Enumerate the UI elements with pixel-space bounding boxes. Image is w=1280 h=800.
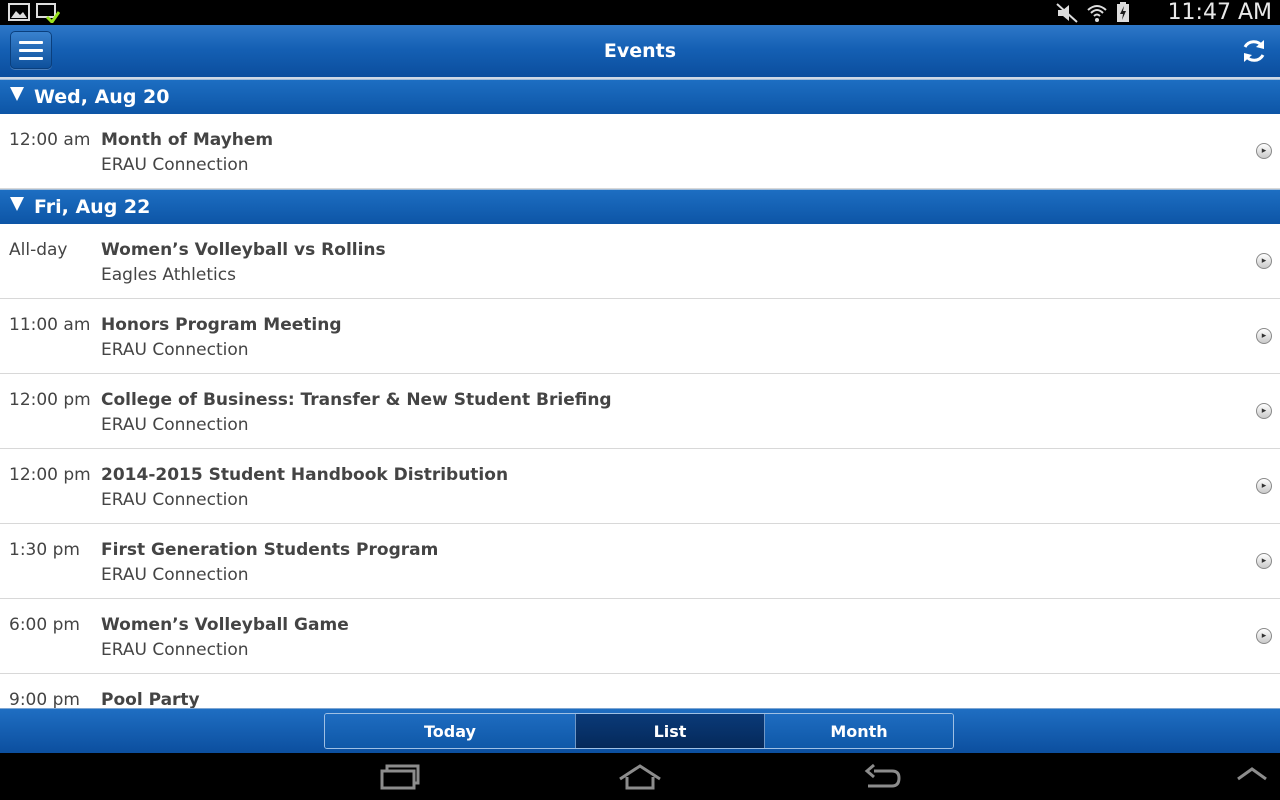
event-title: First Generation Students Program xyxy=(101,540,439,560)
chevron-right-icon[interactable]: ▸ xyxy=(1256,403,1272,419)
day-header: Fri, Aug 22 xyxy=(0,189,1280,224)
list-item[interactable]: 12:00 pm 2014-2015 Student Handbook Dist… xyxy=(0,449,1280,524)
chevron-right-icon[interactable]: ▸ xyxy=(1256,628,1272,644)
list-item[interactable]: All-day Women’s Volleyball vs Rollins Ea… xyxy=(0,224,1280,299)
list-item[interactable]: 6:00 pm Women’s Volleyball Game ERAU Con… xyxy=(0,599,1280,674)
expand-up-icon[interactable] xyxy=(1236,763,1268,783)
download-check-icon xyxy=(36,3,60,23)
system-nav-bar xyxy=(0,753,1280,800)
event-title: College of Business: Transfer & New Stud… xyxy=(101,390,612,410)
collapse-triangle-icon[interactable] xyxy=(10,197,24,211)
view-switcher-bar: Today List Month xyxy=(0,708,1280,754)
event-time: 12:00 pm xyxy=(9,465,91,485)
battery-charging-icon xyxy=(1117,2,1129,22)
page-title: Events xyxy=(603,40,677,62)
chevron-right-icon[interactable]: ▸ xyxy=(1256,328,1272,344)
wifi-icon xyxy=(1087,4,1107,22)
event-title: Pool Party xyxy=(101,690,200,708)
chevron-right-icon[interactable]: ▸ xyxy=(1256,143,1272,159)
event-calendar: Eagles Athletics xyxy=(101,265,236,285)
event-list[interactable]: Wed, Aug 20 12:00 am Month of Mayhem ERA… xyxy=(0,79,1280,708)
list-item[interactable]: 12:00 pm College of Business: Transfer &… xyxy=(0,374,1280,449)
app-bar: Events xyxy=(0,25,1280,79)
event-calendar: ERAU Connection xyxy=(101,340,249,360)
event-calendar: ERAU Connection xyxy=(101,155,249,175)
list-item[interactable]: 1:30 pm First Generation Students Progra… xyxy=(0,524,1280,599)
event-title: Women’s Volleyball Game xyxy=(101,615,349,635)
event-calendar: ERAU Connection xyxy=(101,640,249,660)
chevron-right-icon[interactable]: ▸ xyxy=(1256,478,1272,494)
home-icon[interactable] xyxy=(618,763,662,791)
recent-apps-icon[interactable] xyxy=(380,763,420,791)
list-item[interactable]: 9:00 pm Pool Party xyxy=(0,674,1280,708)
tab-today[interactable]: Today xyxy=(325,714,576,748)
event-calendar: ERAU Connection xyxy=(101,415,249,435)
tab-month[interactable]: Month xyxy=(765,714,953,748)
list-item[interactable]: 11:00 am Honors Program Meeting ERAU Con… xyxy=(0,299,1280,374)
event-title: Month of Mayhem xyxy=(101,130,274,150)
event-calendar: ERAU Connection xyxy=(101,490,249,510)
event-time: 6:00 pm xyxy=(9,615,80,635)
event-time: 11:00 am xyxy=(9,315,91,335)
collapse-triangle-icon[interactable] xyxy=(10,87,24,101)
segmented-control: Today List Month xyxy=(324,713,954,749)
gallery-icon xyxy=(8,3,30,21)
event-calendar: ERAU Connection xyxy=(101,565,249,585)
event-time: 9:00 pm xyxy=(9,690,80,708)
chevron-right-icon[interactable]: ▸ xyxy=(1256,553,1272,569)
event-time: 12:00 pm xyxy=(9,390,91,410)
status-clock: 11:47 AM xyxy=(1167,0,1272,25)
back-icon[interactable] xyxy=(862,763,902,791)
mute-icon xyxy=(1056,2,1078,23)
status-bar: 11:47 AM xyxy=(0,0,1280,25)
refresh-icon[interactable] xyxy=(1240,37,1268,65)
event-time: All-day xyxy=(9,240,68,260)
list-item[interactable]: 12:00 am Month of Mayhem ERAU Connection… xyxy=(0,114,1280,189)
event-time: 1:30 pm xyxy=(9,540,80,560)
event-title: Women’s Volleyball vs Rollins xyxy=(101,240,386,260)
event-time: 12:00 am xyxy=(9,130,91,150)
event-title: 2014-2015 Student Handbook Distribution xyxy=(101,465,509,485)
tab-list[interactable]: List xyxy=(576,714,765,748)
event-title: Honors Program Meeting xyxy=(101,315,342,335)
chevron-right-icon[interactable]: ▸ xyxy=(1256,253,1272,269)
day-header: Wed, Aug 20 xyxy=(0,79,1280,114)
